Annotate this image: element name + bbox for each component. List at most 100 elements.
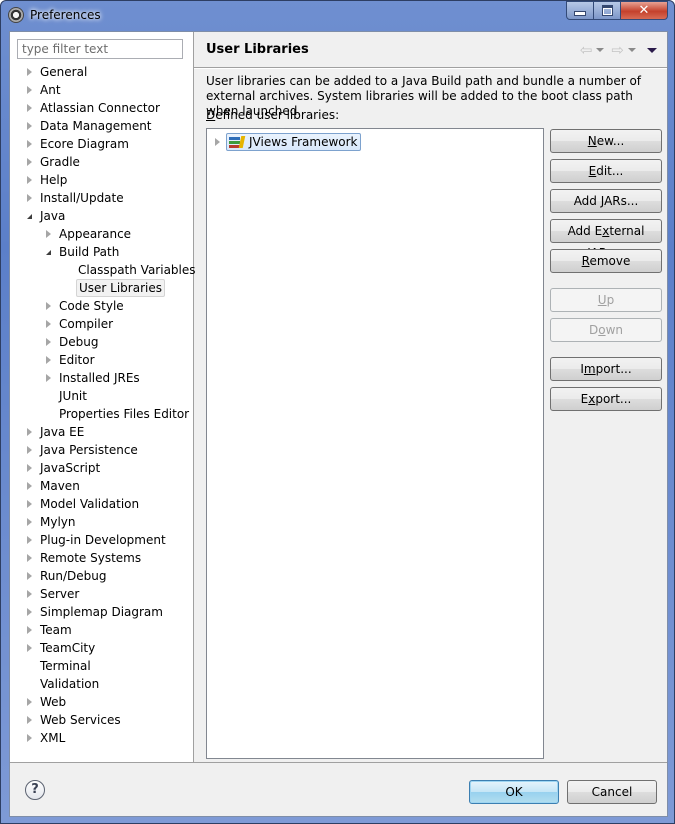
expand-icon[interactable] xyxy=(24,585,34,603)
library-row[interactable]: JViews Framework xyxy=(215,133,361,151)
maximize-button[interactable] xyxy=(594,1,621,20)
close-button[interactable]: ✕ xyxy=(621,1,668,20)
expand-icon[interactable] xyxy=(24,639,34,657)
tree-item-user-libraries[interactable]: User Libraries xyxy=(10,279,193,297)
expand-icon[interactable] xyxy=(24,459,34,477)
tree-item-appearance[interactable]: Appearance xyxy=(10,225,193,243)
tree-item-label: Atlassian Connector xyxy=(40,101,160,115)
title-bar[interactable]: Preferences ✕ xyxy=(1,1,674,30)
tree-item-debug[interactable]: Debug xyxy=(10,333,193,351)
tree-item-install-update[interactable]: Install/Update xyxy=(10,189,193,207)
ok-button[interactable]: OK xyxy=(469,780,559,804)
collapse-icon[interactable] xyxy=(24,207,34,225)
tree-item-compiler[interactable]: Compiler xyxy=(10,315,193,333)
expand-icon[interactable] xyxy=(24,603,34,621)
tree-item-java[interactable]: Java xyxy=(10,207,193,225)
expand-icon[interactable] xyxy=(24,189,34,207)
tree-item-classpath-variables[interactable]: Classpath Variables xyxy=(10,261,196,279)
tree-item-web-services[interactable]: Web Services xyxy=(10,711,193,729)
export-button[interactable]: Export... xyxy=(550,387,662,411)
tree-item-java-persistence[interactable]: Java Persistence xyxy=(10,441,193,459)
expand-icon[interactable] xyxy=(24,477,34,495)
tree-item-run-debug[interactable]: Run/Debug xyxy=(10,567,193,585)
expand-icon[interactable] xyxy=(24,135,34,153)
up-button[interactable]: Up xyxy=(550,288,662,312)
expand-icon[interactable] xyxy=(24,711,34,729)
tree-item-code-style[interactable]: Code Style xyxy=(10,297,193,315)
tree-item-java-ee[interactable]: Java EE xyxy=(10,423,193,441)
tree-item-general[interactable]: General xyxy=(10,63,193,81)
expand-icon[interactable] xyxy=(24,495,34,513)
expand-icon[interactable] xyxy=(24,81,34,99)
edit-button[interactable]: Edit... xyxy=(550,159,662,183)
expand-icon[interactable] xyxy=(43,297,53,315)
tree-item-atlassian-connector[interactable]: Atlassian Connector xyxy=(10,99,193,117)
expand-icon[interactable] xyxy=(24,693,34,711)
forward-arrow-icon[interactable]: ⇨ xyxy=(611,43,624,58)
tree-item-help[interactable]: Help xyxy=(10,171,193,189)
add-external-jars-button[interactable]: Add External JARs... xyxy=(550,219,662,260)
tree-item-ant[interactable]: Ant xyxy=(10,81,193,99)
expand-icon[interactable] xyxy=(43,225,53,243)
expand-icon[interactable] xyxy=(24,171,34,189)
expand-icon[interactable] xyxy=(43,315,53,333)
tree-item-validation[interactable]: Validation xyxy=(10,675,193,693)
tree-item-editor[interactable]: Editor xyxy=(10,351,193,369)
user-libraries-tree[interactable]: JViews Framework xyxy=(206,128,544,759)
expand-icon[interactable] xyxy=(24,531,34,549)
expand-icon[interactable] xyxy=(24,567,34,585)
expand-icon[interactable] xyxy=(24,513,34,531)
back-arrow-icon[interactable]: ⇦ xyxy=(580,43,593,58)
tree-item-gradle[interactable]: Gradle xyxy=(10,153,193,171)
expand-icon[interactable] xyxy=(43,351,53,369)
expand-icon[interactable] xyxy=(43,369,53,387)
back-history-dropdown-icon[interactable] xyxy=(596,48,605,52)
tree-item-junit[interactable]: JUnit xyxy=(10,387,193,405)
tree-item-terminal[interactable]: Terminal xyxy=(10,657,193,675)
expand-icon[interactable] xyxy=(24,621,34,639)
new-button[interactable]: New... xyxy=(550,129,662,153)
tree-item-build-path[interactable]: Build Path xyxy=(10,243,193,261)
tree-item-remote-systems[interactable]: Remote Systems xyxy=(10,549,193,567)
expand-icon[interactable] xyxy=(24,99,34,117)
forward-history-dropdown-icon[interactable] xyxy=(628,48,636,52)
tree-item-simplemap-diagram[interactable]: Simplemap Diagram xyxy=(10,603,193,621)
window-title: Preferences xyxy=(30,8,101,22)
import-button[interactable]: Import... xyxy=(550,357,662,381)
expand-icon[interactable] xyxy=(24,63,34,81)
tree-item-ecore-diagram[interactable]: Ecore Diagram xyxy=(10,135,193,153)
tree-item-web[interactable]: Web xyxy=(10,693,193,711)
view-menu-icon[interactable] xyxy=(647,47,657,53)
tree-item-maven[interactable]: Maven xyxy=(10,477,193,495)
down-button[interactable]: Down xyxy=(550,318,662,342)
tree-item-xml[interactable]: XML xyxy=(10,729,193,747)
expand-icon[interactable] xyxy=(24,117,34,135)
tree-item-label: Web xyxy=(40,695,67,709)
tree-item-mylyn[interactable]: Mylyn xyxy=(10,513,193,531)
expand-icon[interactable] xyxy=(24,441,34,459)
tree-item-installed-jres[interactable]: Installed JREs xyxy=(10,369,193,387)
tree-item-plug-in-development[interactable]: Plug-in Development xyxy=(10,531,193,549)
tree-item-model-validation[interactable]: Model Validation xyxy=(10,495,193,513)
expand-icon[interactable] xyxy=(43,333,53,351)
remove-button[interactable]: Remove xyxy=(550,249,662,273)
tree-item-javascript[interactable]: JavaScript xyxy=(10,459,193,477)
expand-icon[interactable] xyxy=(215,138,220,146)
library-item[interactable]: JViews Framework xyxy=(226,133,361,151)
collapse-icon[interactable] xyxy=(43,243,53,261)
help-icon[interactable]: ? xyxy=(25,780,45,800)
tree-item-label: Help xyxy=(40,173,68,187)
minimize-button[interactable] xyxy=(566,1,594,20)
expand-icon[interactable] xyxy=(24,549,34,567)
expand-icon[interactable] xyxy=(24,729,34,747)
tree-item-data-management[interactable]: Data Management xyxy=(10,117,193,135)
cancel-button[interactable]: Cancel xyxy=(567,780,657,804)
tree-item-properties-files-editor[interactable]: Properties Files Editor xyxy=(10,405,193,423)
tree-item-teamcity[interactable]: TeamCity xyxy=(10,639,193,657)
tree-item-team[interactable]: Team xyxy=(10,621,193,639)
expand-icon[interactable] xyxy=(24,423,34,441)
expand-icon[interactable] xyxy=(24,153,34,171)
add-jars-button[interactable]: Add JARs... xyxy=(550,189,662,213)
filter-input[interactable] xyxy=(17,39,183,59)
tree-item-server[interactable]: Server xyxy=(10,585,193,603)
